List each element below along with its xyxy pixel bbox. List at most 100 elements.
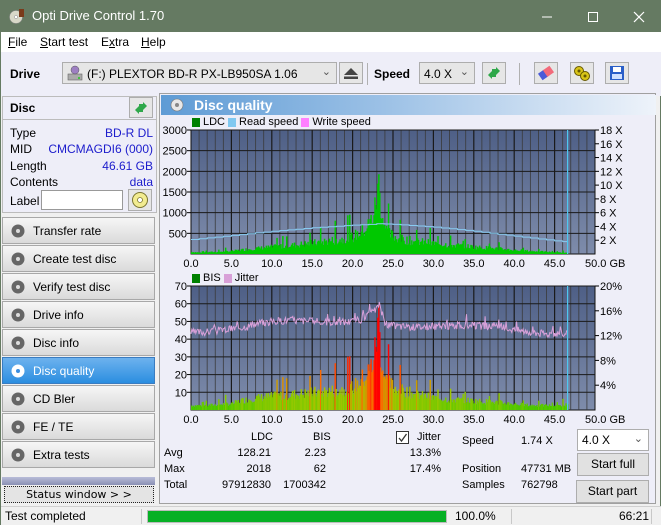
refresh-icon: [488, 67, 500, 79]
erase-button[interactable]: [534, 62, 558, 84]
menu-help[interactable]: Help: [141, 35, 166, 49]
check-icon: [398, 433, 408, 443]
save-button[interactable]: [605, 62, 629, 84]
nav-item-disc-info[interactable]: Disc info: [2, 329, 155, 356]
stats-ldc-value: 97912830: [222, 479, 271, 491]
x-tick-label: 20.0: [342, 258, 363, 270]
start-full-button[interactable]: Start full: [577, 453, 649, 476]
nav-item-cd-bler[interactable]: CD Bler: [2, 385, 155, 412]
refresh-icon: [135, 101, 147, 114]
y-left-tick-label: 3000: [163, 125, 187, 137]
nav-item-label: Transfer rate: [33, 224, 102, 238]
chevron-down-icon: ⌄: [321, 66, 331, 78]
menu-extra[interactable]: Extra: [101, 35, 129, 49]
stats-bis-header: BIS: [313, 431, 331, 443]
minimize-button[interactable]: [524, 1, 570, 32]
y-left-tick-label: 60: [175, 299, 187, 311]
disc-quality-header: Disc quality: [161, 95, 656, 115]
y-left-tick-label: 40: [175, 334, 187, 346]
speed-stat-value: 1.74 X: [521, 435, 553, 447]
disc-header: Disc: [2, 96, 157, 120]
nav-item-transfer-rate[interactable]: Transfer rate: [2, 217, 155, 244]
eraser-icon: [537, 65, 555, 81]
nav-item-label: Disc quality: [33, 364, 95, 378]
settings-icon: [574, 66, 590, 81]
jitter-checkbox[interactable]: [396, 431, 409, 444]
close-icon: [633, 11, 645, 22]
menu-bar: File Start test Extra Help: [1, 32, 661, 52]
minimize-icon: [542, 16, 552, 17]
x-tick-label: 10.0: [261, 258, 282, 270]
menu-start-test[interactable]: Start test: [40, 35, 88, 49]
y-left-tick-label: 1500: [163, 187, 187, 199]
nav-item-label: Disc info: [33, 336, 80, 350]
eject-icon: [344, 68, 358, 79]
nav-item-label: Verify test disc: [33, 280, 111, 294]
maximize-icon: [588, 11, 598, 22]
drive-select[interactable]: (F:) PLEXTOR BD-R PX-LB950SA 1.06 ⌄: [62, 62, 337, 84]
progress-bar: [147, 510, 447, 523]
y-left-tick-label: 10: [175, 387, 187, 399]
status-separator: [651, 509, 652, 524]
x-tick-label: 15.0: [301, 414, 322, 426]
x-tick-label: 40.0: [503, 258, 524, 270]
chevron-down-icon: ⌄: [459, 66, 469, 78]
refresh-button[interactable]: [482, 62, 506, 84]
disc-length-key: Length: [10, 159, 47, 173]
nav-item-extra-tests[interactable]: Extra tests: [2, 441, 155, 468]
y-left-tick-label: 50: [175, 316, 187, 328]
menu-help-accel: H: [141, 35, 150, 49]
stats-bis-value: 2.23: [304, 447, 326, 459]
x-tick-label: 15.0: [301, 258, 322, 270]
disc-refresh-button[interactable]: [129, 97, 153, 118]
x-tick-label: 20.0: [342, 414, 363, 426]
maximize-button[interactable]: [570, 1, 616, 32]
stats-row-label: Total: [164, 479, 188, 491]
nav-item-label: Drive info: [33, 308, 84, 322]
extra-tests-icon: [11, 448, 25, 462]
window-title: Opti Drive Control 1.70: [32, 8, 165, 23]
disc-contents-key: Contents: [10, 175, 59, 189]
stats-ldc-value: 128.21: [237, 447, 271, 459]
nav-item-drive-info[interactable]: Drive info: [2, 301, 155, 328]
settings-button[interactable]: [570, 62, 594, 84]
menu-start-test-rest: tart test: [48, 35, 89, 49]
stats-jitter-value: 17.4%: [409, 463, 441, 475]
menu-extra-rest: tra: [115, 35, 130, 49]
status-window-button[interactable]: Status window > >: [4, 486, 154, 503]
stats-bis-value: 1700342: [283, 479, 326, 491]
transfer-rate-icon: [11, 224, 25, 238]
x-tick-label: 10.0: [261, 414, 282, 426]
stats-ldc-value: 2018: [246, 463, 271, 475]
y-right-tick-label: 6 X: [600, 208, 617, 220]
x-tick-label: 50.0 GB: [585, 414, 625, 426]
nav-item-verify-test-disc[interactable]: Verify test disc: [2, 273, 155, 300]
disc-label-input[interactable]: [41, 190, 123, 210]
y-left-tick-label: 500: [169, 228, 187, 240]
eject-button[interactable]: [339, 62, 363, 84]
position-value: 47731 MB: [521, 463, 572, 475]
start-part-button[interactable]: Start part: [576, 480, 649, 503]
x-tick-label: 35.0: [463, 258, 484, 270]
nav-item-create-test-disc[interactable]: Create test disc: [2, 245, 155, 272]
disc-quality-title: Disc quality: [194, 97, 273, 113]
speed-stat-label: Speed: [462, 435, 494, 447]
disc-mid-key: MID: [10, 142, 32, 156]
test-speed-select[interactable]: 4.0 X ⌄: [577, 429, 649, 451]
menu-file[interactable]: File: [8, 35, 27, 49]
stats-row-label: Max: [164, 463, 185, 475]
progress-text: 100.0%: [455, 509, 496, 523]
nav-item-fe-te[interactable]: FE / TE: [2, 413, 155, 440]
speed-select[interactable]: 4.0 X ⌄: [419, 62, 475, 84]
disc-type-value: BD-R DL: [104, 126, 153, 140]
nav-item-disc-quality[interactable]: Disc quality: [2, 357, 155, 384]
x-tick-label: 45.0: [544, 414, 565, 426]
y-right-tick-label: 8 X: [600, 194, 617, 206]
close-button[interactable]: [616, 1, 661, 32]
disc-label-button[interactable]: [128, 189, 152, 211]
nav-item-label: FE / TE: [33, 420, 74, 434]
title-bar: Opti Drive Control 1.70: [1, 1, 661, 32]
x-tick-label: 50.0 GB: [585, 258, 625, 270]
disc-icon: [132, 192, 148, 208]
app-window: Opti Drive Control 1.70 File Start test …: [0, 0, 661, 525]
